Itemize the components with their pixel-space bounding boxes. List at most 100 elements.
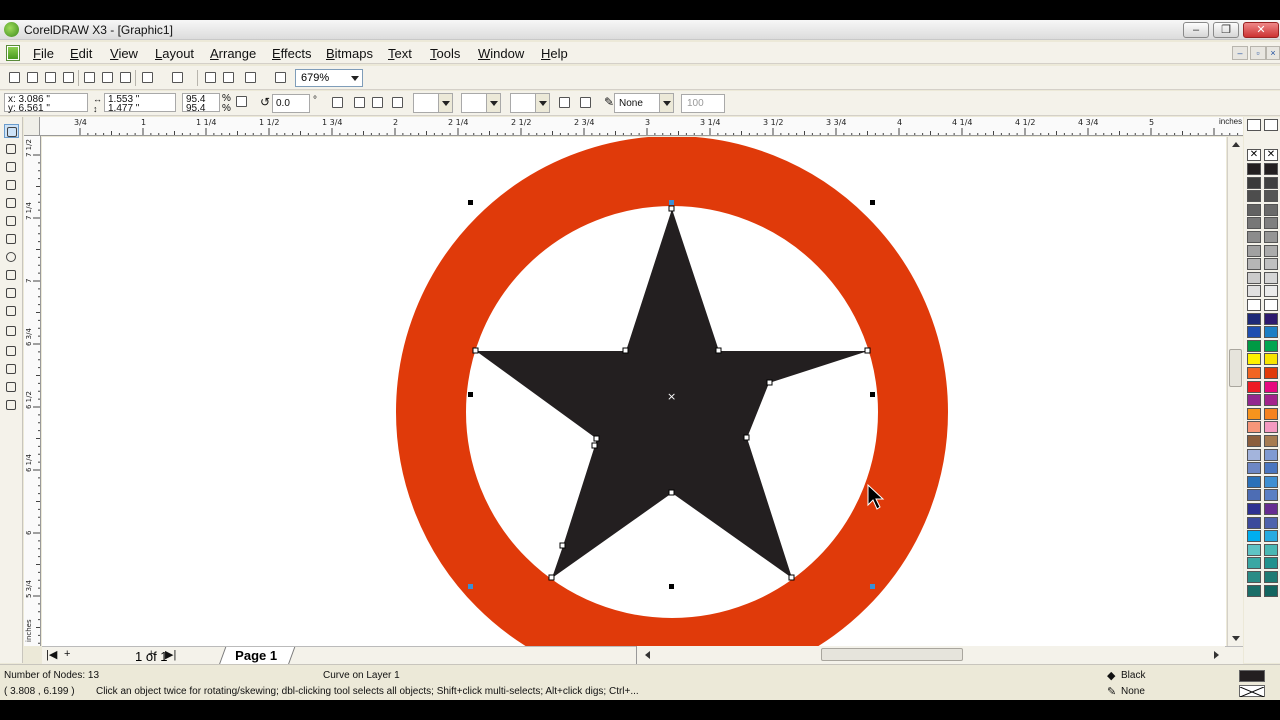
color-swatch[interactable] [1247, 203, 1261, 216]
eyedropper-tool-icon[interactable] [4, 344, 19, 358]
y-position[interactable]: y: 6.561 " [8, 104, 50, 114]
doc-close-button[interactable]: × [1266, 46, 1280, 60]
color-swatch[interactable] [1264, 571, 1278, 583]
color-swatch[interactable] [1264, 326, 1278, 339]
application-launcher-icon[interactable] [243, 70, 258, 85]
curve-node[interactable] [788, 574, 795, 581]
text-wrap-icon[interactable] [578, 95, 593, 110]
print-icon[interactable] [61, 70, 76, 85]
color-swatch[interactable] [1264, 244, 1278, 257]
shape-tool-icon[interactable] [4, 142, 19, 156]
lock-ratio-icon[interactable] [234, 94, 249, 109]
vertical-scrollbar[interactable] [1227, 137, 1243, 646]
curve-node[interactable] [668, 205, 675, 212]
color-swatch[interactable] [1264, 367, 1278, 379]
color-swatch[interactable] [1264, 503, 1278, 515]
menu-file[interactable]: File [33, 46, 54, 61]
paste-icon[interactable] [118, 70, 133, 85]
menu-edit[interactable]: Edit [70, 46, 92, 61]
color-swatch[interactable] [1264, 516, 1278, 529]
coreldraw-app-icon[interactable] [4, 22, 19, 37]
color-swatch[interactable] [1264, 163, 1278, 175]
chevron-down-icon[interactable] [535, 94, 549, 112]
rotation-field[interactable]: 0.0 [272, 94, 310, 113]
redo-icon[interactable] [170, 70, 185, 85]
menu-layout[interactable]: Layout [155, 46, 194, 61]
color-swatch[interactable] [1264, 258, 1278, 271]
color-swatch[interactable] [1247, 503, 1261, 515]
color-swatch[interactable] [1264, 353, 1278, 366]
color-swatch[interactable] [1247, 312, 1261, 325]
open-icon[interactable] [25, 70, 40, 85]
ellipse-tool-icon[interactable] [4, 250, 19, 264]
color-swatch[interactable] [1264, 176, 1278, 189]
menu-tools[interactable]: Tools [430, 46, 460, 61]
basic-shapes-tool-icon[interactable] [4, 286, 19, 300]
color-swatch[interactable] [1247, 475, 1261, 488]
object-height[interactable]: 1.477 " [108, 104, 139, 114]
color-swatch[interactable] [1247, 299, 1261, 311]
chevron-down-icon[interactable] [486, 94, 500, 112]
color-swatch[interactable] [1264, 435, 1278, 447]
restore-button[interactable]: ❐ [1213, 22, 1239, 38]
last-page-icon[interactable]: ▶| [165, 648, 176, 661]
color-swatch[interactable] [1247, 435, 1261, 447]
doc-restore-button[interactable]: ▫ [1250, 46, 1266, 60]
color-swatch[interactable] [1264, 407, 1278, 420]
size-fields[interactable]: 1.553 " 1.477 " [104, 93, 176, 114]
ruler-origin[interactable] [24, 117, 40, 136]
color-swatch[interactable] [1247, 176, 1261, 189]
curve-node[interactable] [472, 347, 479, 354]
start-arrow-select[interactable] [413, 93, 453, 113]
no-color-swatch[interactable]: ✕ [1247, 149, 1261, 161]
outline-color-swatch[interactable] [1239, 685, 1265, 698]
curve-node[interactable] [743, 434, 750, 441]
page-tab[interactable]: Page 1 [218, 647, 296, 665]
color-swatch[interactable] [1247, 571, 1261, 583]
minimize-button[interactable]: – [1183, 22, 1209, 38]
color-swatch[interactable] [1247, 407, 1261, 420]
zoom-level-select[interactable]: 679% [295, 69, 363, 87]
curve-icon[interactable] [370, 95, 385, 110]
selection-handle[interactable] [468, 200, 473, 205]
color-swatch[interactable] [1264, 380, 1278, 393]
drawing-canvas[interactable]: × [42, 137, 1226, 646]
scroll-up-icon[interactable] [1232, 142, 1240, 147]
color-swatch[interactable] [1264, 421, 1278, 434]
menu-effects[interactable]: Effects [272, 46, 312, 61]
add-page-after-icon[interactable]: + [148, 648, 154, 660]
curve-node[interactable] [622, 347, 629, 354]
color-swatch[interactable] [1264, 448, 1278, 461]
menu-bitmaps[interactable]: Bitmaps [326, 46, 373, 61]
color-swatch[interactable] [1264, 584, 1278, 597]
color-swatch[interactable] [1247, 367, 1261, 379]
position-fields[interactable]: x: 3.086 " y: 6.561 " [4, 93, 88, 114]
color-swatch[interactable] [1247, 190, 1261, 203]
color-swatch[interactable] [1264, 339, 1278, 352]
fill-tool-icon[interactable] [4, 380, 19, 394]
fill-color-swatch[interactable] [1239, 670, 1265, 682]
color-swatch[interactable] [1264, 489, 1278, 502]
scale-fields[interactable]: 95.4 95.4 [182, 93, 220, 114]
horizontal-scrollbar[interactable] [636, 646, 1225, 664]
color-swatch[interactable] [1247, 380, 1261, 393]
transparency-field[interactable]: 100 [681, 94, 725, 113]
selection-handle[interactable] [468, 584, 473, 589]
selection-handle[interactable] [870, 392, 875, 397]
color-swatch[interactable] [1247, 543, 1261, 556]
selection-handle[interactable] [870, 200, 875, 205]
palette-flyout-icon[interactable] [1264, 119, 1278, 131]
color-swatch[interactable] [1264, 543, 1278, 556]
wrap-icon[interactable] [390, 95, 405, 110]
document-icon[interactable] [6, 45, 20, 61]
cut-icon[interactable] [82, 70, 97, 85]
color-swatch[interactable] [1264, 475, 1278, 488]
chevron-down-icon[interactable] [438, 94, 452, 112]
palette-flyout-icon[interactable] [1247, 119, 1261, 131]
color-swatch[interactable] [1247, 217, 1261, 230]
text-tool-icon[interactable] [4, 304, 19, 318]
scale-height[interactable]: 95.4 [186, 104, 205, 114]
horizontal-ruler[interactable]: 3/4 1 1 1/4 1 1/2 1 3/4 2 2 1/4 2 1/2 2 3/4 3 3 1/… [40, 117, 1243, 136]
color-swatch[interactable] [1247, 394, 1261, 407]
save-icon[interactable] [43, 70, 58, 85]
